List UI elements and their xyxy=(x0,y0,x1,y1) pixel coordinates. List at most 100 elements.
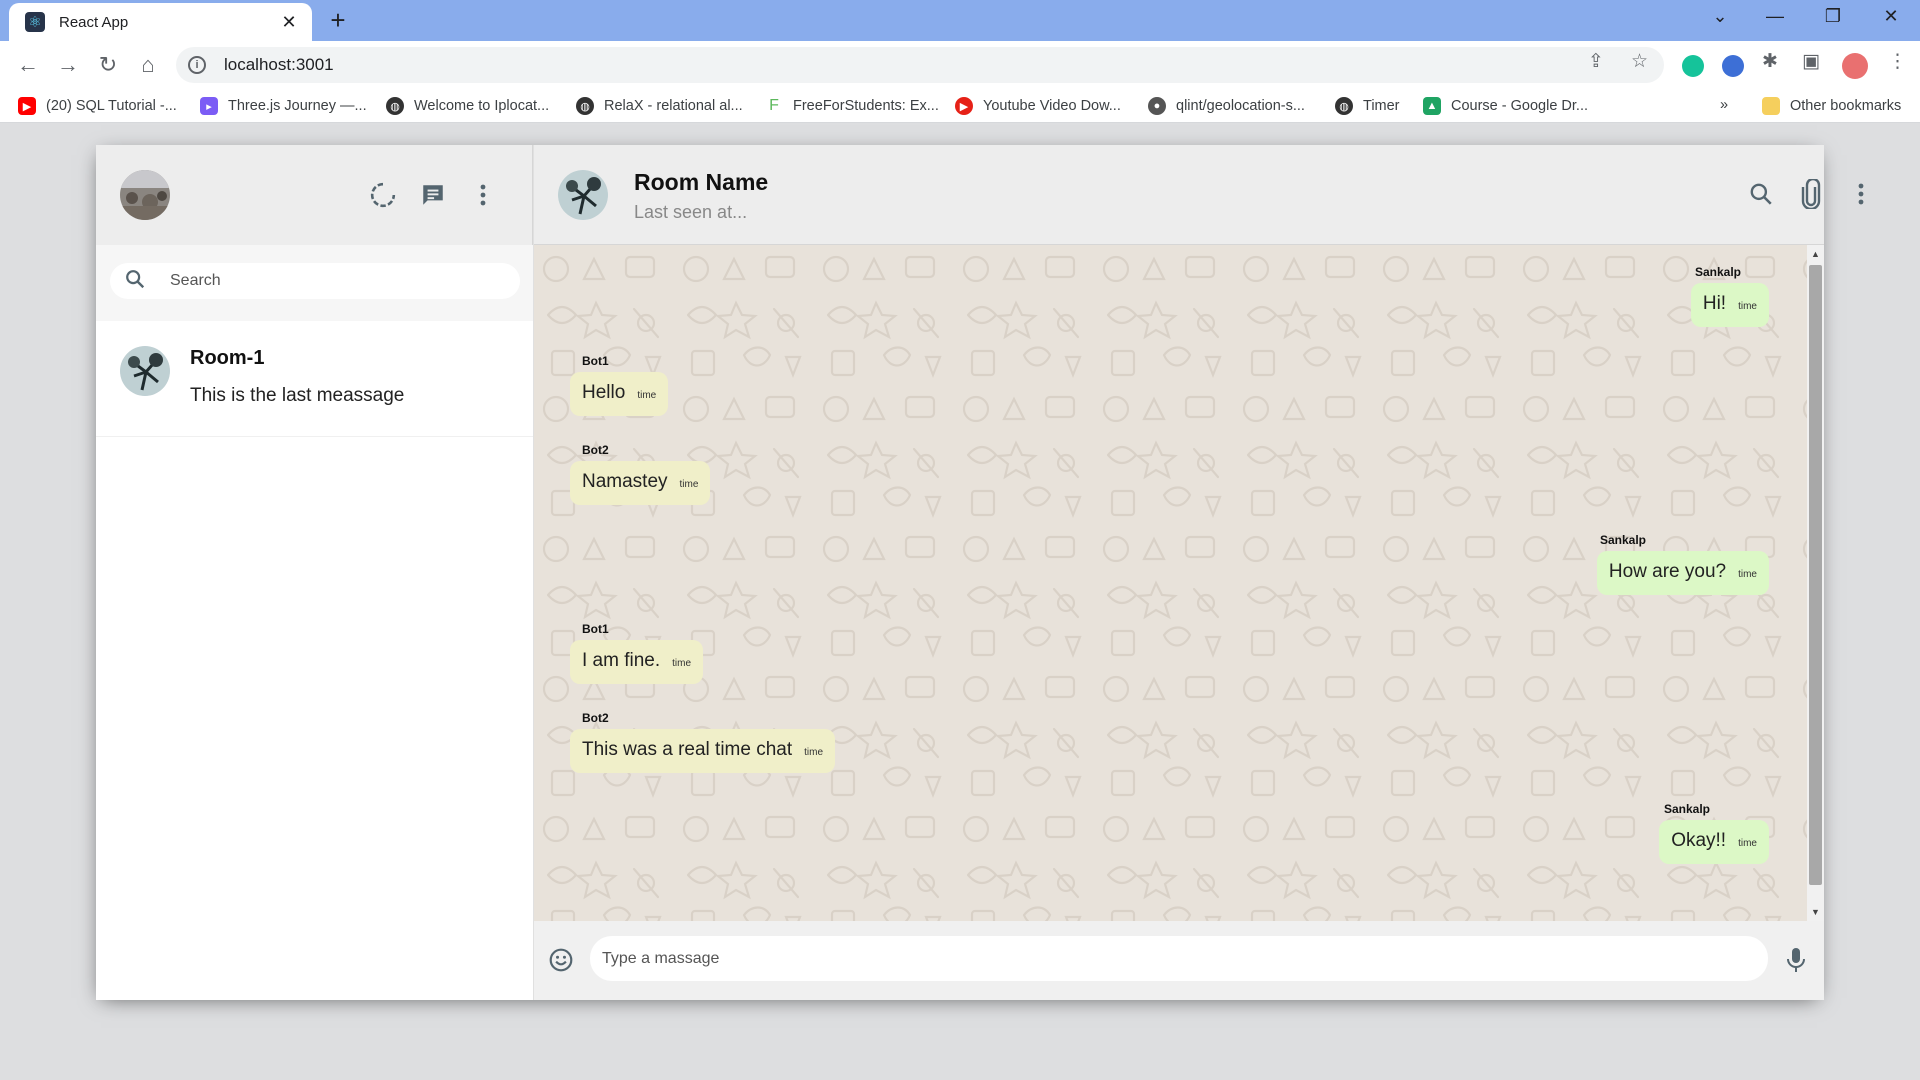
bookmark-item[interactable]: ◍ Welcome to Iplocat... xyxy=(386,97,549,115)
message-time: time xyxy=(672,658,692,669)
share-icon[interactable]: ⇪ xyxy=(1588,50,1604,73)
room-avatar xyxy=(120,346,170,396)
message-bubble-sent: Hi! time xyxy=(1690,283,1769,327)
window-close-icon[interactable]: ✕ xyxy=(1876,6,1906,27)
site-info-icon[interactable]: i xyxy=(188,56,206,74)
new-chat-icon[interactable] xyxy=(418,180,448,210)
message-bubble-received: Namastey time xyxy=(570,461,711,505)
message-sender: Sankalp xyxy=(1663,802,1710,816)
user-avatar[interactable] xyxy=(120,170,170,220)
browser-tab-strip: ⚛ React App ✕ + ⌄ — ❐ ✕ xyxy=(0,0,1920,41)
attach-icon[interactable] xyxy=(1796,179,1826,209)
restore-icon[interactable]: ❐ xyxy=(1818,6,1848,27)
message-time: time xyxy=(1738,569,1757,580)
message-text: I am fine. xyxy=(582,650,661,671)
globe-icon: ◍ xyxy=(576,97,594,115)
globe-icon: ◍ xyxy=(1335,97,1353,115)
folder-icon xyxy=(1762,97,1780,115)
bookmark-item[interactable]: ● qlint/geolocation-s... xyxy=(1148,97,1305,115)
message-text: This was a real time chat xyxy=(582,739,793,760)
grammarly-extension-icon[interactable] xyxy=(1682,55,1704,77)
message-bubble-received: I am fine. time xyxy=(570,640,704,684)
last-seen-text: Last seen at... xyxy=(634,202,748,222)
message-text: Okay!! xyxy=(1671,830,1727,851)
message-text: Namastey xyxy=(582,471,668,492)
reload-icon[interactable]: ↻ xyxy=(94,51,122,79)
bookmark-item[interactable]: ▶ (20) SQL Tutorial -... xyxy=(18,97,177,115)
message-sender: Bot2 xyxy=(582,711,609,725)
bookmark-item[interactable]: ▶ Youtube Video Dow... xyxy=(955,97,1121,115)
message-time: time xyxy=(637,390,657,401)
chat-menu-icon[interactable] xyxy=(1846,179,1876,209)
browser-tab[interactable]: ⚛ React App ✕ xyxy=(9,3,312,41)
freeforstudents-icon: F xyxy=(769,97,779,114)
scroll-down-icon[interactable]: ▼ xyxy=(1811,907,1820,917)
microphone-icon[interactable] xyxy=(1781,945,1811,975)
chat-search-icon[interactable] xyxy=(1746,179,1776,209)
scrollbar-thumb[interactable] xyxy=(1809,265,1822,885)
emoji-icon[interactable] xyxy=(546,945,576,975)
message-sender: Bot1 xyxy=(582,354,609,368)
threejs-icon: ▸ xyxy=(200,97,218,115)
bookmark-item[interactable]: ◍ Timer xyxy=(1335,97,1400,115)
browser-menu-icon[interactable]: ⋮ xyxy=(1888,50,1907,73)
message-time: time xyxy=(804,747,824,758)
tab-title: React App xyxy=(59,13,129,31)
scroll-up-icon[interactable]: ▲ xyxy=(1811,249,1820,259)
close-tab-icon[interactable]: ✕ xyxy=(278,12,300,33)
message-time: time xyxy=(1738,301,1757,312)
side-panel-icon[interactable]: ▣ xyxy=(1802,50,1820,73)
status-icon[interactable] xyxy=(368,180,398,210)
bookmark-item[interactable]: ◍ RelaX - relational al... xyxy=(576,97,743,115)
chat-room-avatar[interactable] xyxy=(558,170,608,220)
play-icon: ▶ xyxy=(955,97,973,115)
search-icon xyxy=(124,268,146,295)
google-drive-icon: ▲ xyxy=(1423,97,1441,115)
youtube-icon: ▶ xyxy=(18,97,36,115)
message-time: time xyxy=(679,479,699,490)
globe-icon: ◍ xyxy=(386,97,404,115)
profile-avatar[interactable] xyxy=(1842,53,1868,79)
react-logo-icon: ⚛ xyxy=(25,12,45,32)
message-sender: Sankalp xyxy=(1599,533,1646,547)
message-text: Hi! xyxy=(1702,293,1727,314)
more-bookmarks-icon[interactable]: » xyxy=(1720,97,1728,113)
extensions-puzzle-icon[interactable]: ✱ xyxy=(1762,50,1778,73)
home-icon[interactable]: ⌂ xyxy=(134,51,162,79)
message-input-container xyxy=(590,936,1768,981)
tab-search-icon[interactable]: ⌄ xyxy=(1705,6,1735,27)
room-name: Room-1 xyxy=(190,347,265,369)
message-bubble-sent: How are you? time xyxy=(1596,551,1769,595)
github-icon: ● xyxy=(1148,97,1166,115)
room-list-item[interactable]: Room-1 This is the last meassage xyxy=(96,321,533,437)
message-input[interactable] xyxy=(602,949,1768,968)
bookmark-item[interactable]: ▸ Three.js Journey —... xyxy=(200,97,367,115)
chat-panel: Room Name Last seen at... Sankalp Hi! ti… xyxy=(534,145,1864,1000)
minimize-icon[interactable]: — xyxy=(1760,6,1790,27)
message-time: time xyxy=(1738,838,1757,849)
sidebar: Room-1 This is the last meassage xyxy=(96,145,534,1000)
shield-extension-icon[interactable] xyxy=(1722,55,1744,77)
chat-room-name: Room Name xyxy=(634,169,769,195)
message-text: Hello xyxy=(582,382,626,403)
message-sender: Bot1 xyxy=(582,622,609,636)
chat-header: Room Name Last seen at... xyxy=(534,145,1864,245)
back-icon[interactable]: ← xyxy=(14,51,42,79)
browser-toolbar: ← → ↻ ⌂ i localhost:3001 ⇪ ☆ ✱ ▣ ⋮ xyxy=(0,41,1920,89)
chat-body: Sankalp Hi! time Bot1 Hello time Bot2 Na… xyxy=(534,245,1824,921)
url-text[interactable]: localhost:3001 xyxy=(224,55,334,75)
address-bar[interactable]: i localhost:3001 xyxy=(176,47,1664,83)
bookmark-item[interactable]: ▲ Course - Google Dr... xyxy=(1423,97,1588,115)
bookmark-star-icon[interactable]: ☆ xyxy=(1631,50,1648,73)
forward-icon[interactable]: → xyxy=(54,51,82,79)
bookmark-item[interactable]: F FreeForStudents: Ex... xyxy=(765,97,939,115)
other-bookmarks[interactable]: Other bookmarks xyxy=(1762,97,1901,115)
bookmarks-bar: ▶ (20) SQL Tutorial -... ▸ Three.js Journe… xyxy=(0,89,1920,123)
room-last-message: This is the last meassage xyxy=(190,385,405,406)
new-tab-icon[interactable]: + xyxy=(325,7,351,33)
message-sender: Bot2 xyxy=(582,443,609,457)
search-input[interactable] xyxy=(170,272,490,290)
chat-scrollbar[interactable]: ▲ ▼ xyxy=(1807,245,1824,921)
message-text: How are you? xyxy=(1608,561,1727,582)
sidebar-menu-icon[interactable] xyxy=(468,180,498,210)
